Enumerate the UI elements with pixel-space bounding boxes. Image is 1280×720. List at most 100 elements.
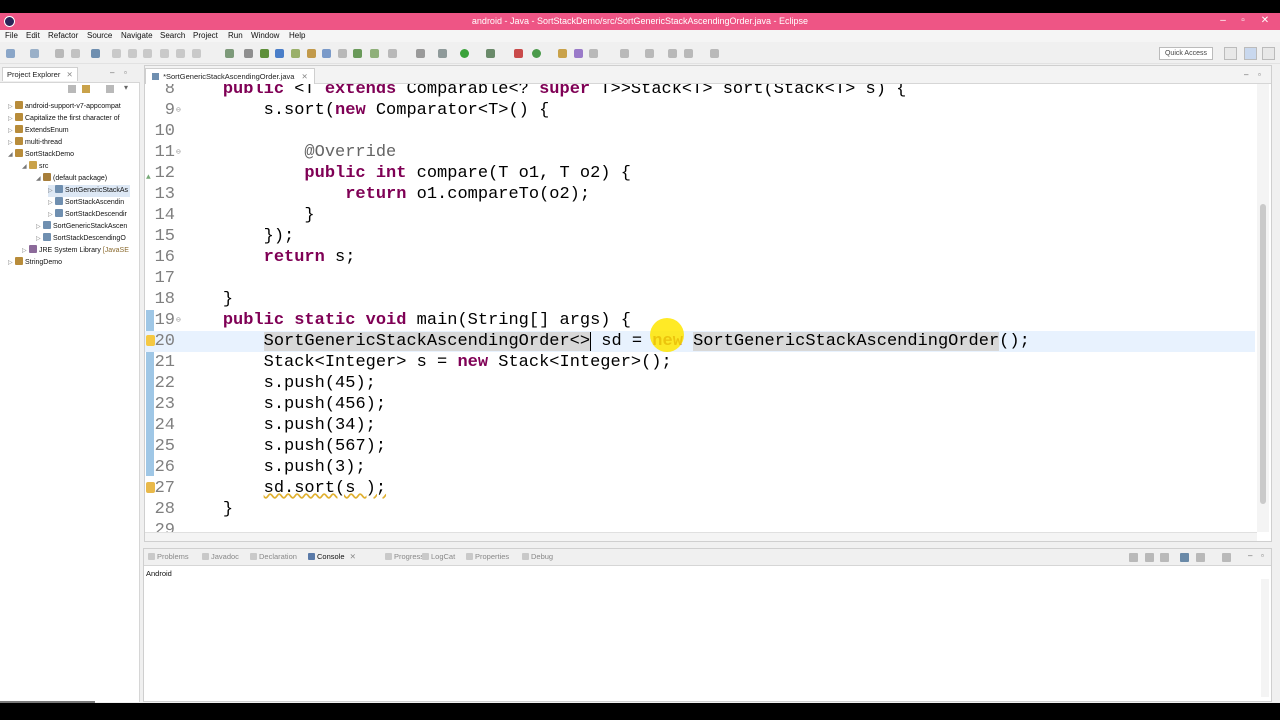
next-annotation-icon[interactable] — [620, 49, 629, 58]
vertical-scrollbar[interactable] — [1257, 84, 1269, 532]
tab-console[interactable]: Console ✕ — [308, 552, 356, 561]
maximize-button[interactable]: ▫ — [1233, 14, 1253, 28]
android-sdk-icon[interactable] — [260, 49, 269, 58]
tree-item[interactable]: ◢ (default package) — [36, 173, 107, 185]
new-android-test-icon[interactable] — [353, 49, 362, 58]
search-files-icon[interactable] — [589, 49, 598, 58]
tab-problems[interactable]: Problems — [148, 552, 189, 561]
new-icon[interactable] — [6, 49, 15, 58]
terminate-icon[interactable] — [143, 49, 152, 58]
new-java-class-icon[interactable] — [532, 49, 541, 58]
collapse-icon[interactable]: ◢ — [22, 163, 29, 170]
clear-console-icon[interactable] — [1129, 553, 1138, 562]
expand-icon[interactable]: ▷ — [48, 199, 55, 206]
close-icon[interactable]: ✕ — [350, 552, 356, 561]
tree-item[interactable]: ▷ StringDemo — [8, 257, 62, 269]
minimize-view-icon[interactable]: – — [1244, 70, 1248, 79]
menu-source[interactable]: Source — [87, 31, 112, 40]
expand-icon[interactable]: ▷ — [48, 187, 55, 194]
open-perspective-icon[interactable] — [574, 49, 583, 58]
expand-icon[interactable]: ▷ — [8, 259, 15, 266]
close-icon[interactable]: ✕ — [302, 72, 308, 81]
lint-icon[interactable] — [307, 49, 316, 58]
tree-item[interactable]: ◢ src — [22, 161, 48, 173]
tab-debug[interactable]: Debug — [522, 552, 553, 561]
fold-icon[interactable]: ⊖ — [176, 100, 181, 121]
last-edit-icon[interactable] — [668, 49, 677, 58]
save-icon[interactable] — [55, 49, 64, 58]
step-return-icon[interactable] — [192, 49, 201, 58]
tab-logcat[interactable]: LogCat — [422, 552, 455, 561]
avd-manager-icon[interactable] — [291, 49, 300, 58]
quick-access-input[interactable]: Quick Access — [1159, 47, 1213, 60]
menu-project[interactable]: Project — [193, 31, 218, 40]
menu-edit[interactable]: Edit — [26, 31, 40, 40]
tree-item[interactable]: ▷ android-support-v7-appcompat — [8, 101, 121, 113]
tab-progress[interactable]: Progress — [385, 552, 424, 561]
back-icon[interactable] — [684, 49, 693, 58]
maximize-view-icon[interactable]: ▫ — [1261, 551, 1264, 560]
expand-icon[interactable]: ▷ — [36, 235, 43, 242]
tree-item[interactable]: ▷ SortStackDescendir — [48, 209, 127, 221]
tree-item[interactable]: ▷ SortGenericStackAscen — [36, 221, 127, 233]
search-toolbar-icon[interactable] — [416, 49, 425, 58]
open-type-icon[interactable] — [558, 49, 567, 58]
expand-icon[interactable]: ▷ — [36, 223, 43, 230]
scroll-lock-icon[interactable] — [1145, 553, 1154, 562]
expand-icon[interactable]: ▷ — [8, 139, 15, 146]
scrollbar-thumb[interactable] — [1260, 204, 1266, 504]
tree-item[interactable]: ▷ multi-thread — [8, 137, 62, 149]
debug-perspective-button[interactable] — [1262, 47, 1275, 60]
fold-icon[interactable]: ⊖ — [176, 310, 181, 331]
run-icon[interactable] — [460, 49, 469, 58]
close-button[interactable]: ✕ — [1255, 14, 1275, 28]
debug-icon[interactable] — [438, 49, 447, 58]
tree-item[interactable]: ▷ SortStackAscendin — [48, 197, 124, 209]
close-icon[interactable]: ✕ — [66, 70, 72, 79]
external-tools-icon[interactable] — [514, 49, 523, 58]
link-with-editor-icon[interactable] — [82, 85, 90, 93]
menu-refactor[interactable]: Refactor — [48, 31, 78, 40]
tree-item[interactable]: ▷ ExtendsEnum — [8, 125, 69, 137]
tree-item[interactable]: ◢ SortStackDemo — [8, 149, 74, 161]
fold-icon[interactable]: ⊖ — [176, 142, 181, 163]
tree-item[interactable]: ▷ JRE System Library [JavaSE — [22, 245, 129, 257]
open-perspective-button[interactable] — [1224, 47, 1237, 60]
minimize-view-icon[interactable]: – — [110, 68, 114, 77]
tab-declaration[interactable]: Declaration — [250, 552, 297, 561]
android-lint-icon[interactable] — [370, 49, 379, 58]
tree-item[interactable]: ▷ SortStackDescendingO — [36, 233, 126, 245]
chevron-down-icon[interactable]: ▾ — [124, 83, 128, 92]
open-task-icon[interactable] — [388, 49, 397, 58]
previous-annotation-icon[interactable] — [645, 49, 654, 58]
new-android-project-icon[interactable] — [322, 49, 331, 58]
expand-icon[interactable]: ▷ — [22, 247, 29, 254]
menu-window[interactable]: Window — [251, 31, 279, 40]
maximize-view-icon[interactable]: ▫ — [1258, 70, 1261, 79]
toggle-mark-occurrences-icon[interactable] — [275, 49, 284, 58]
project-explorer-tab[interactable]: Project Explorer ✕ — [2, 67, 78, 81]
resume-icon[interactable] — [112, 49, 121, 58]
save-all-icon[interactable] — [71, 49, 80, 58]
expand-icon[interactable]: ▷ — [8, 127, 15, 134]
collapse-icon[interactable]: ◢ — [8, 151, 15, 158]
minimize-button[interactable]: – — [1213, 14, 1233, 28]
pin-console-icon[interactable] — [1180, 553, 1189, 562]
build-icon[interactable] — [244, 49, 253, 58]
editor-tab[interactable]: *SortGenericStackAscendingOrder.java ✕ — [145, 68, 315, 84]
menu-search[interactable]: Search — [160, 31, 185, 40]
step-into-icon[interactable] — [160, 49, 169, 58]
view-menu-icon[interactable] — [106, 85, 114, 93]
new-wizard-icon[interactable] — [30, 49, 39, 58]
minimize-view-icon[interactable]: – — [1248, 551, 1252, 560]
console-scrollbar[interactable] — [1261, 579, 1269, 697]
tab-properties[interactable]: Properties — [466, 552, 509, 561]
horizontal-scrollbar[interactable] — [145, 532, 1257, 541]
tree-item-selected[interactable]: ▷ SortGenericStackAs — [48, 185, 131, 197]
java-perspective-button[interactable] — [1244, 47, 1257, 60]
expand-icon[interactable]: ▷ — [8, 115, 15, 122]
menu-run[interactable]: Run — [228, 31, 243, 40]
skip-breakpoints-icon[interactable] — [225, 49, 234, 58]
expand-icon[interactable]: ▷ — [8, 103, 15, 110]
forward-icon[interactable] — [710, 49, 719, 58]
